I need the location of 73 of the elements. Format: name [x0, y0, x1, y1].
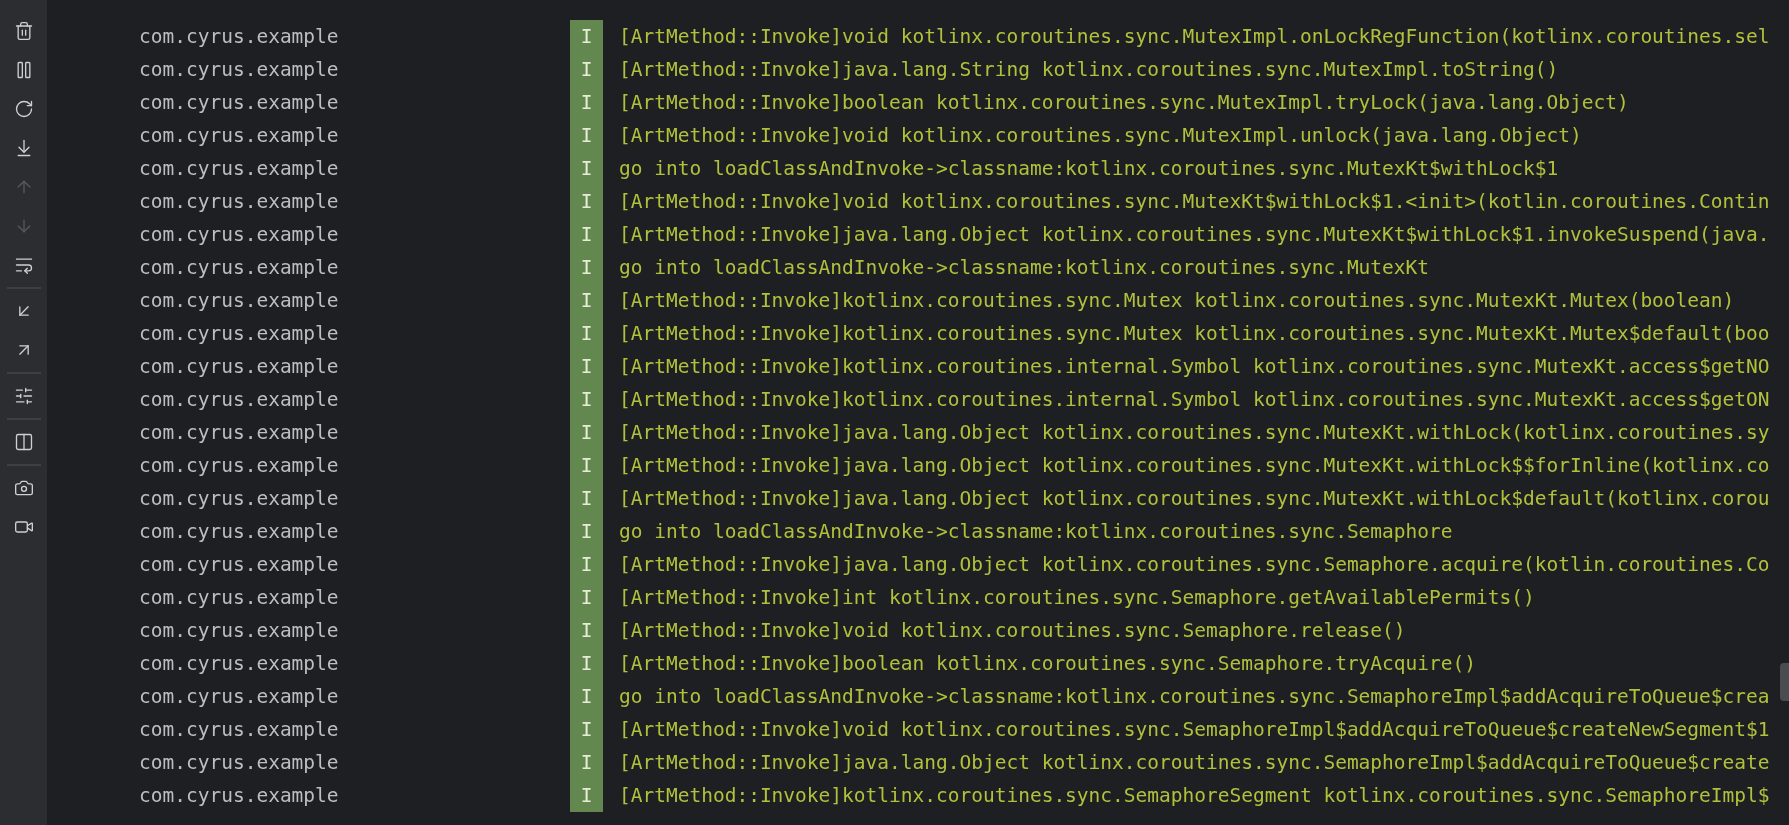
log-level: I: [570, 515, 603, 548]
package-name: com.cyrus.example: [138, 552, 340, 578]
scrollbar-thumb[interactable]: [1780, 663, 1789, 701]
log-level: I: [570, 20, 603, 53]
log-level: I: [570, 152, 603, 185]
log-message: [ArtMethod::Invoke]void kotlinx.coroutines.sync.MutexImpl.onLockRegFunction(kotlinx.coroutines.sel: [618, 24, 1770, 50]
log-level: I: [570, 614, 603, 647]
log-level: I: [570, 185, 603, 218]
package-name: com.cyrus.example: [138, 684, 340, 710]
log-message: go into loadClassAndInvoke->classname:kotlinx.coroutines.sync.MutexKt: [618, 255, 1430, 281]
log-level: I: [570, 251, 603, 284]
package-name: com.cyrus.example: [138, 387, 340, 413]
package-name: com.cyrus.example: [138, 354, 340, 380]
package-name: com.cyrus.example: [138, 255, 340, 281]
log-message: [ArtMethod::Invoke]kotlinx.coroutines.internal.Symbol kotlinx.coroutines.sync.MutexKt.access$getON: [618, 387, 1770, 413]
package-name: com.cyrus.example: [138, 651, 340, 677]
package-name: com.cyrus.example: [138, 222, 340, 248]
log-message: [ArtMethod::Invoke]java.lang.String kotlinx.coroutines.sync.MutexImpl.toString(): [618, 57, 1559, 83]
log-level: I: [570, 548, 603, 581]
log-message: [ArtMethod::Invoke]void kotlinx.coroutines.sync.MutexKt$withLock$1.<init>(kotlin.coroutines.Contin: [618, 189, 1770, 215]
log-level: I: [570, 416, 603, 449]
log-message: [ArtMethod::Invoke]java.lang.Object kotlinx.coroutines.sync.SemaphoreImpl$addAcquireToQueue$create: [618, 750, 1770, 776]
log-message: [ArtMethod::Invoke]kotlinx.coroutines.sync.Mutex kotlinx.coroutines.sync.MutexKt.Mutex(boolean): [618, 288, 1735, 314]
log-level: I: [570, 779, 603, 812]
log-level: I: [570, 383, 603, 416]
log-level: I: [570, 482, 603, 515]
log-level: I: [570, 53, 603, 86]
log-message: [ArtMethod::Invoke]void kotlinx.coroutines.sync.MutexImpl.unlock(java.lang.Object): [618, 123, 1582, 149]
package-name: com.cyrus.example: [138, 519, 340, 545]
log-message: [ArtMethod::Invoke]boolean kotlinx.coroutines.sync.Semaphore.tryAcquire(): [618, 651, 1477, 677]
log-message: [ArtMethod::Invoke]java.lang.Object kotlinx.coroutines.sync.MutexKt.withLock(kotlinx.coroutines.sy: [618, 420, 1770, 446]
package-name: com.cyrus.example: [138, 783, 340, 809]
log-message: [ArtMethod::Invoke]void kotlinx.coroutines.sync.SemaphoreImpl$addAcquireToQueue$createNewSegment$1: [618, 717, 1770, 743]
package-name: com.cyrus.example: [138, 123, 340, 149]
package-name: com.cyrus.example: [138, 717, 340, 743]
log-level: I: [570, 86, 603, 119]
package-name: com.cyrus.example: [138, 288, 340, 314]
log-level: I: [570, 317, 603, 350]
package-name: com.cyrus.example: [138, 453, 340, 479]
package-name: com.cyrus.example: [138, 90, 340, 116]
log-level: I: [570, 449, 603, 482]
package-name: com.cyrus.example: [138, 24, 340, 50]
log-message: go into loadClassAndInvoke->classname:kotlinx.coroutines.sync.SemaphoreImpl$addAcquireToQueue$crea: [618, 684, 1770, 710]
log-level: I: [570, 581, 603, 614]
log-level: I: [570, 350, 603, 383]
package-name: com.cyrus.example: [138, 57, 340, 83]
log-message: [ArtMethod::Invoke]boolean kotlinx.coroutines.sync.MutexImpl.tryLock(java.lang.Object): [618, 90, 1629, 116]
log-level: I: [570, 647, 603, 680]
log-level: I: [570, 119, 603, 152]
log-level: I: [570, 746, 603, 779]
log-message: go into loadClassAndInvoke->classname:kotlinx.coroutines.sync.MutexKt$withLock$1: [618, 156, 1559, 182]
log-level: I: [570, 218, 603, 251]
package-name: com.cyrus.example: [138, 420, 340, 446]
log-level: I: [570, 680, 603, 713]
package-name: com.cyrus.example: [138, 585, 340, 611]
package-name: com.cyrus.example: [138, 321, 340, 347]
log-level: I: [570, 284, 603, 317]
package-name: com.cyrus.example: [138, 750, 340, 776]
log-message: [ArtMethod::Invoke]java.lang.Object kotlinx.coroutines.sync.MutexKt$withLock$1.invokeSuspend(java.: [618, 222, 1770, 248]
log-message: go into loadClassAndInvoke->classname:kotlinx.coroutines.sync.Semaphore: [618, 519, 1453, 545]
log-message: [ArtMethod::Invoke]java.lang.Object kotlinx.coroutines.sync.MutexKt.withLock$$forInline(kotlinx.co: [618, 453, 1770, 479]
log-message: [ArtMethod::Invoke]void kotlinx.coroutines.sync.Semaphore.release(): [618, 618, 1406, 644]
package-name: com.cyrus.example: [138, 618, 340, 644]
package-name: com.cyrus.example: [138, 189, 340, 215]
package-name: com.cyrus.example: [138, 156, 340, 182]
log-message: [ArtMethod::Invoke]kotlinx.coroutines.sync.Mutex kotlinx.coroutines.sync.MutexKt.Mutex$default(boo: [618, 321, 1770, 347]
log-message: [ArtMethod::Invoke]int kotlinx.coroutines.sync.Semaphore.getAvailablePermits(): [618, 585, 1535, 611]
log-level: I: [570, 713, 603, 746]
log-message: [ArtMethod::Invoke]kotlinx.coroutines.sync.SemaphoreSegment kotlinx.coroutines.sync.SemaphoreImpl$: [618, 783, 1770, 809]
log-message: [ArtMethod::Invoke]java.lang.Object kotlinx.coroutines.sync.MutexKt.withLock$default(kotlinx.corou: [618, 486, 1770, 512]
package-name: com.cyrus.example: [138, 486, 340, 512]
log-message: [ArtMethod::Invoke]kotlinx.coroutines.internal.Symbol kotlinx.coroutines.sync.MutexKt.access$getNO: [618, 354, 1770, 380]
log-message: [ArtMethod::Invoke]java.lang.Object kotlinx.coroutines.sync.Semaphore.acquire(kotlin.coroutines.Co: [618, 552, 1770, 578]
